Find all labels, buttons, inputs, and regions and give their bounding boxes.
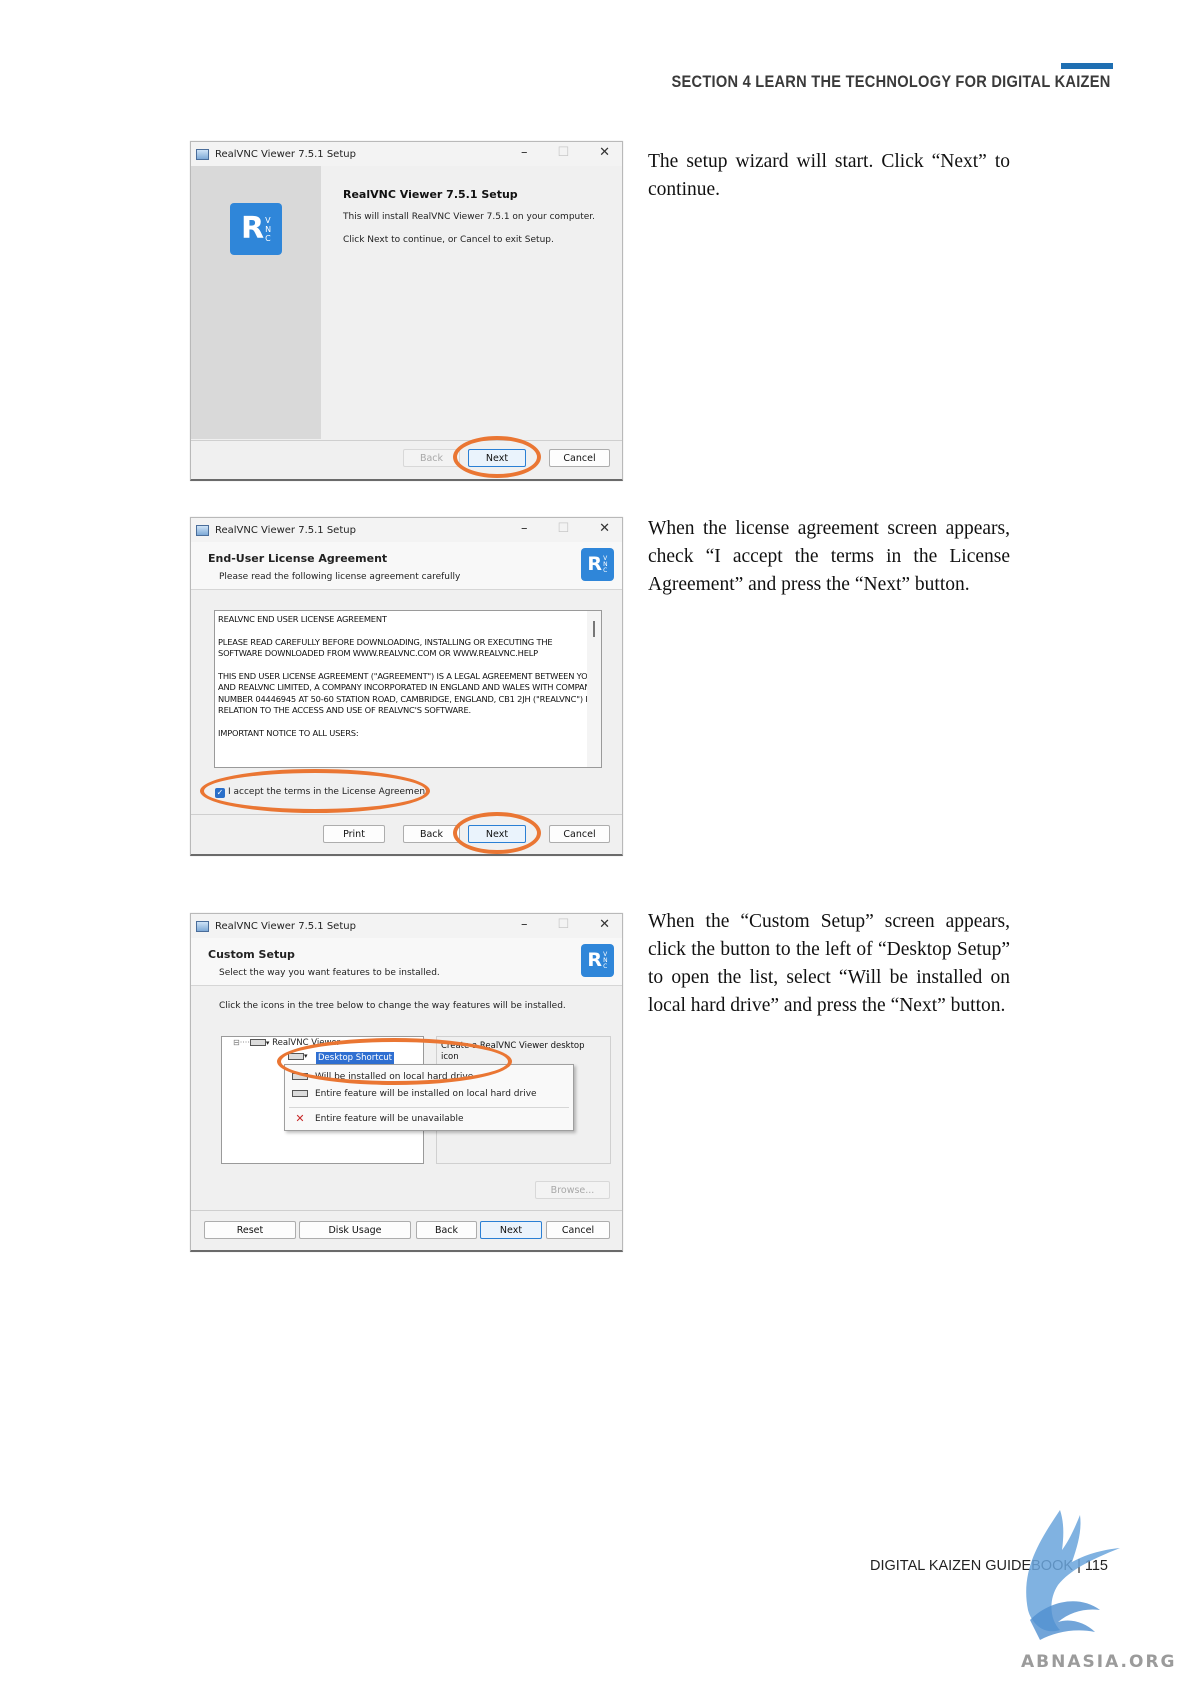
eula-paragraph: THIS END USER LICENSE AGREEMENT ("AGREEM… <box>218 671 596 716</box>
watermark-text: ABNASIA.ORG <box>1021 1652 1177 1672</box>
back-button[interactable]: Back <box>403 449 460 467</box>
drive-icon[interactable] <box>249 1039 266 1046</box>
realvnc-logo-icon: RVNC <box>230 203 282 255</box>
maximize-icon: ☐ <box>557 521 570 536</box>
feature-tree-hint: Click the icons in the tree below to cha… <box>219 1001 566 1011</box>
title-bar: RealVNC Viewer 7.5.1 Setup – ☐ ✕ <box>191 914 622 938</box>
dialog-header-panel: Custom Setup Select the way you want fea… <box>191 938 622 986</box>
window-title: RealVNC Viewer 7.5.1 Setup <box>215 920 356 932</box>
window-title: RealVNC Viewer 7.5.1 Setup <box>215 148 356 160</box>
dialog-heading: End-User License Agreement <box>208 552 388 565</box>
wizard-text-line-2: Click Next to continue, or Cancel to exi… <box>343 235 554 245</box>
highlight-next-ring <box>453 812 541 854</box>
highlight-menu-ring <box>277 1038 512 1085</box>
step-3-description: When the “Custom Setup” screen appears, … <box>648 911 1010 1016</box>
minimize-icon[interactable]: – <box>521 917 528 932</box>
browse-button[interactable]: Browse... <box>535 1181 610 1199</box>
minimize-icon[interactable]: – <box>521 145 528 160</box>
watermark-logo-icon <box>1026 1510 1120 1640</box>
menu-item-unavailable[interactable]: ✕ Entire feature will be unavailable <box>285 1110 573 1127</box>
close-icon[interactable]: ✕ <box>599 521 610 536</box>
maximize-icon: ☐ <box>557 917 570 932</box>
close-icon[interactable]: ✕ <box>599 145 610 160</box>
realvnc-logo-icon: RVNC <box>581 548 614 581</box>
eula-paragraph: PLEASE READ CAREFULLY BEFORE DOWNLOADING… <box>218 636 553 659</box>
eula-paragraph: REALVNC END USER LICENSE AGREEMENT <box>218 614 387 624</box>
eula-paragraph: IMPORTANT NOTICE TO ALL USERS: <box>218 728 359 739</box>
step-2-description: When the license agreement screen appear… <box>648 518 1010 595</box>
print-button[interactable]: Print <box>323 825 385 843</box>
title-bar: RealVNC Viewer 7.5.1 Setup – ☐ ✕ <box>191 518 622 542</box>
x-icon: ✕ <box>295 1112 305 1125</box>
wizard-content-panel <box>321 166 622 439</box>
cancel-button[interactable]: Cancel <box>549 825 610 843</box>
drive-icon <box>292 1089 308 1097</box>
setup-wizard-window: RealVNC Viewer 7.5.1 Setup – ☐ ✕ RVNC Re… <box>190 141 623 481</box>
highlight-next-ring <box>453 436 541 478</box>
back-button[interactable]: Back <box>416 1221 477 1239</box>
dialog-subheading: Please read the following license agreem… <box>219 572 461 582</box>
installer-icon <box>196 524 209 536</box>
installer-icon <box>196 920 209 932</box>
maximize-icon: ☐ <box>557 145 570 160</box>
dialog-subheading: Select the way you want features to be i… <box>219 968 440 978</box>
close-icon[interactable]: ✕ <box>599 917 610 932</box>
minimize-icon[interactable]: – <box>521 521 528 536</box>
window-title: RealVNC Viewer 7.5.1 Setup <box>215 524 356 536</box>
back-button[interactable]: Back <box>403 825 460 843</box>
eula-scrollbar[interactable] <box>587 611 601 767</box>
next-button[interactable]: Next <box>480 1221 542 1239</box>
title-bar: RealVNC Viewer 7.5.1 Setup – ☐ ✕ <box>191 142 622 166</box>
header-accent-bar <box>1061 63 1113 69</box>
disk-usage-button[interactable]: Disk Usage <box>299 1221 411 1239</box>
installer-icon <box>196 148 209 160</box>
section-header: SECTION 4 LEARN THE TECHNOLOGY FOR DIGIT… <box>671 72 1111 91</box>
dialog-header-panel: End-User License Agreement Please read t… <box>191 542 622 590</box>
realvnc-logo-icon: RVNC <box>581 944 614 977</box>
dialog-heading: Custom Setup <box>208 948 295 961</box>
cancel-button[interactable]: Cancel <box>546 1221 610 1239</box>
reset-button[interactable]: Reset <box>204 1221 296 1239</box>
cancel-button[interactable]: Cancel <box>549 449 610 467</box>
wizard-text-line-1: This will install RealVNC Viewer 7.5.1 o… <box>343 212 596 222</box>
menu-item-entire-local-install[interactable]: Entire feature will be installed on loca… <box>285 1085 573 1102</box>
step-1-description: The setup wizard will start. Click “Next… <box>648 151 1010 200</box>
wizard-heading: RealVNC Viewer 7.5.1 Setup <box>343 188 518 201</box>
license-text-box[interactable]: REALVNC END USER LICENSE AGREEMENT PLEAS… <box>214 610 602 768</box>
highlight-checkbox-ring <box>200 769 430 813</box>
